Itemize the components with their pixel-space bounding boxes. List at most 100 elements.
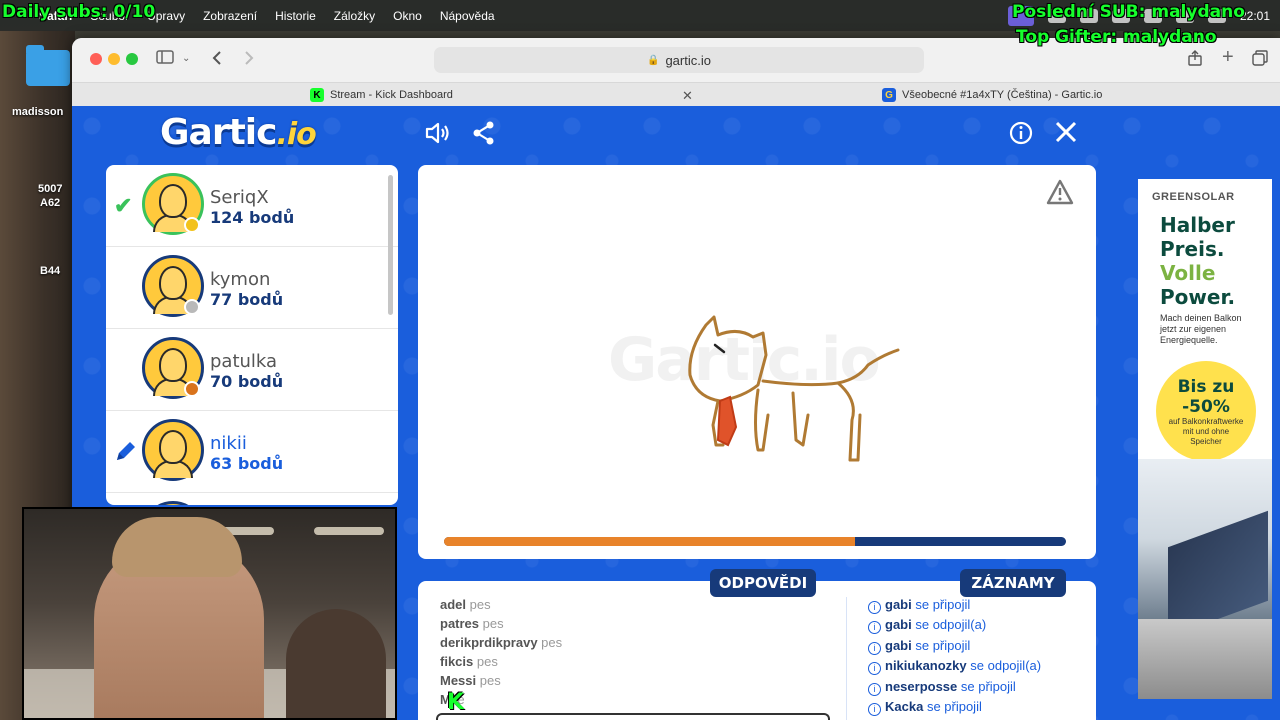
player-row[interactable]: nikii 63 bodů	[106, 411, 398, 493]
cat-drawing	[688, 315, 900, 462]
chevron-down-icon[interactable]: ⌄	[182, 53, 190, 64]
log-item: i gabi se připojil	[868, 597, 970, 614]
kick-logo-icon: K	[447, 690, 465, 715]
info-icon[interactable]	[1008, 120, 1034, 151]
close-tab-icon[interactable]: ✕	[682, 88, 693, 104]
player-name: nikii	[210, 433, 247, 454]
zoom-window-button[interactable]	[126, 53, 138, 65]
log-item: i Kacka se připojil	[868, 699, 982, 716]
info-icon: i	[868, 601, 881, 614]
tab-overview-icon[interactable]	[1252, 50, 1268, 71]
player-points: 63 bodů	[210, 454, 284, 473]
tab-bar: K Stream - Kick Dashboard ✕ G Všeobecné …	[72, 82, 1280, 106]
share-icon[interactable]	[471, 120, 497, 151]
scrollbar[interactable]	[388, 175, 393, 315]
answer-item: adel pes	[440, 597, 491, 612]
address-bar[interactable]: 🔒 gartic.io	[434, 47, 924, 73]
tab-logs[interactable]: ZÁZNAMY	[960, 569, 1066, 597]
minimize-window-button[interactable]	[108, 53, 120, 65]
desktop-label: A62	[40, 197, 61, 209]
player-row[interactable]: kymon 77 bodů	[106, 247, 398, 329]
gartic-icon: G	[882, 88, 896, 102]
ad-brand: GREENSOLAR	[1152, 191, 1235, 203]
tab-gartic[interactable]: G Všeobecné #1a4xTY (Čeština) - Gartic.i…	[882, 83, 1102, 107]
player-points: 70 bodů	[210, 372, 284, 391]
share-icon[interactable]	[1188, 50, 1202, 71]
tab-title: Všeobecné #1a4xTY (Čeština) - Gartic.io	[902, 89, 1103, 101]
tab-title: Stream - Kick Dashboard	[330, 89, 453, 101]
gold-medal-icon	[184, 217, 200, 233]
logo-suffix: .io	[276, 117, 316, 152]
webcam-overlay	[22, 507, 397, 720]
menu-zobrazeni[interactable]: Zobrazení	[194, 9, 266, 23]
log-item: i gabi se připojil	[868, 638, 970, 655]
answer-item: fikcis pes	[440, 654, 498, 669]
pencil-icon	[114, 439, 138, 468]
desktop-label: B44	[40, 265, 61, 277]
player-name: patulka	[210, 351, 278, 372]
info-icon: i	[868, 703, 881, 716]
lock-icon: 🔒	[647, 54, 660, 66]
streamer-hair	[112, 517, 242, 577]
desktop-label: madisson	[12, 106, 64, 118]
ad-headline: Halber Preis. Volle Power.	[1160, 213, 1236, 309]
silver-medal-icon	[184, 299, 200, 315]
round-timer-fill	[444, 537, 855, 546]
ad-product-image	[1138, 619, 1272, 699]
gartic-logo[interactable]: Gartic.io	[160, 112, 317, 153]
round-timer-bar	[444, 537, 1066, 546]
close-icon[interactable]	[1054, 120, 1078, 149]
bronze-medal-icon	[184, 381, 200, 397]
menu-okno[interactable]: Okno	[384, 9, 431, 23]
sidebar-icon[interactable]	[156, 50, 174, 69]
player-name: kymon	[210, 269, 271, 290]
advertisement[interactable]: GREENSOLAR Halber Preis. Volle Power. Ma…	[1138, 179, 1272, 699]
info-icon: i	[868, 621, 881, 634]
logo-text: Gartic	[160, 112, 277, 153]
log-item: i neserposse se připojil	[868, 679, 1016, 696]
second-person	[286, 609, 386, 718]
log-item: i nikiukanozky se odpojil(a)	[868, 658, 1041, 675]
info-icon: i	[868, 683, 881, 696]
players-panel: ✔ SeriqX 124 bodů kymon 77 bodů patulka …	[106, 165, 398, 505]
answer-item: patres pes	[440, 616, 504, 631]
panel-divider	[846, 597, 847, 720]
player-points: 77 bodů	[210, 290, 284, 309]
new-tab-icon[interactable]: +	[1222, 46, 1234, 69]
player-row[interactable]: patulka 70 bodů	[106, 329, 398, 411]
info-icon: i	[868, 642, 881, 655]
tab-kick-dashboard[interactable]: K Stream - Kick Dashboard	[310, 83, 453, 107]
menu-napoveda[interactable]: Nápověda	[431, 9, 504, 23]
player-row[interactable]	[106, 493, 398, 505]
avatar	[142, 501, 204, 505]
answer-item: derikprdikpravy pes	[440, 635, 563, 650]
answer-item: Messi pes	[440, 673, 501, 688]
check-icon: ✔	[114, 193, 133, 218]
back-icon[interactable]	[212, 50, 222, 71]
folder-icon[interactable]	[26, 45, 70, 86]
close-window-button[interactable]	[90, 53, 102, 65]
player-row[interactable]: ✔ SeriqX 124 bodů	[106, 165, 398, 247]
menu-historie[interactable]: Historie	[266, 9, 325, 23]
drawing-canvas[interactable]: Gartic.io	[418, 165, 1096, 559]
url-text: gartic.io	[665, 52, 711, 68]
sound-icon[interactable]	[424, 120, 452, 151]
ceiling-light	[314, 527, 384, 535]
kick-icon: K	[310, 88, 324, 102]
top-gifter-label: Top Gifter: malydano	[1016, 27, 1217, 47]
ad-subtext: Mach deinen Balkon jetzt zur eigenen Ene…	[1160, 313, 1242, 345]
ad-discount-badge: Bis zu -50% auf Balkonkraftwerke mit und…	[1156, 361, 1256, 461]
avatar	[142, 419, 204, 481]
daily-subs-counter: Daily subs: 0/10	[2, 2, 156, 22]
player-points: 124 bodů	[210, 208, 295, 227]
menu-zalozky[interactable]: Záložky	[325, 9, 384, 23]
chat-panel: adel pes patres pes derikprdikpravy pes …	[418, 581, 1096, 720]
log-item: i gabi se odpojil(a)	[868, 617, 986, 634]
answer-input[interactable]	[436, 713, 830, 720]
desktop-label: 5007	[38, 183, 63, 195]
info-icon: i	[868, 662, 881, 675]
forward-icon[interactable]	[244, 50, 254, 71]
tab-answers[interactable]: ODPOVĚDI	[710, 569, 816, 597]
last-sub-label: Poslední SUB: malydano	[1012, 2, 1245, 22]
player-name: SeriqX	[210, 187, 269, 208]
